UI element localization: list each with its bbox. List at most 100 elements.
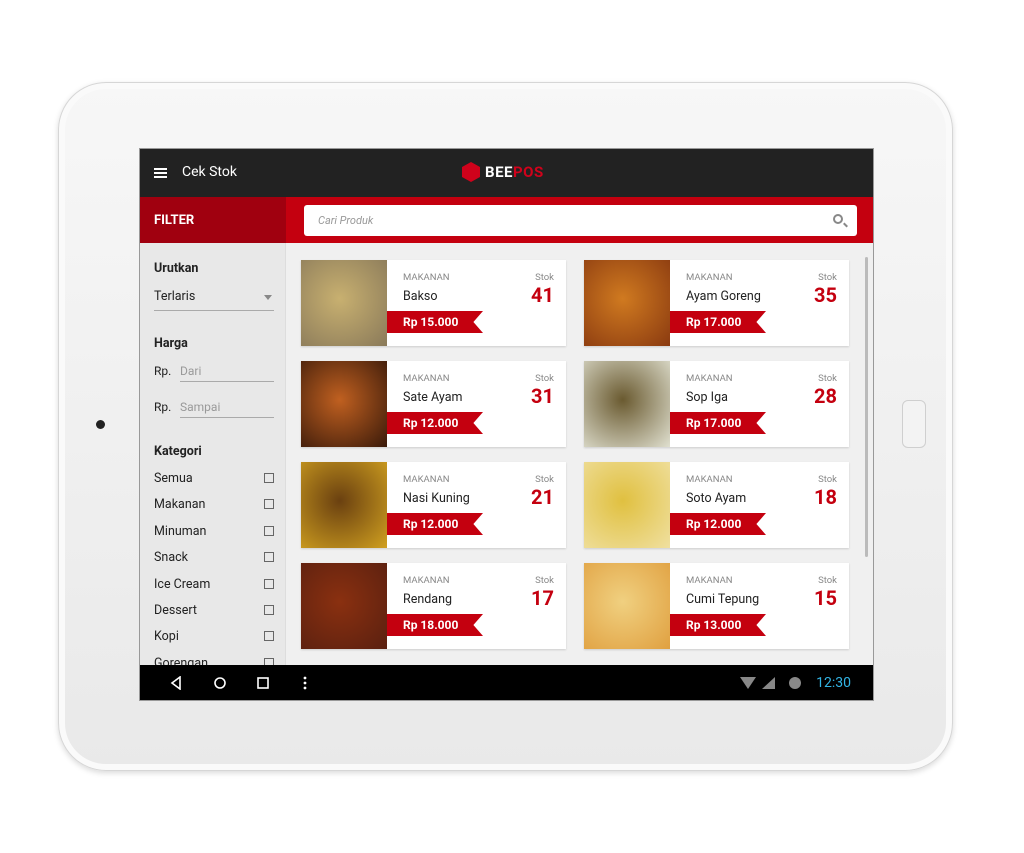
signal-icon <box>762 677 775 689</box>
product-card[interactable]: MAKANAN Sop Iga Stok 28 Rp 17.000 <box>584 361 849 447</box>
product-name: Nasi Kuning <box>403 491 470 506</box>
checkbox[interactable] <box>264 473 274 483</box>
more-icon[interactable] <box>303 676 307 690</box>
category-item[interactable]: Ice Cream <box>154 577 274 592</box>
product-name: Rendang <box>403 592 453 607</box>
currency-prefix: Rp. <box>154 400 172 414</box>
stock-label: Stok <box>535 272 554 283</box>
product-card[interactable]: MAKANAN Bakso Stok 41 Rp 15.000 <box>301 260 566 346</box>
stock-count: 17 <box>531 586 554 610</box>
product-category: MAKANAN <box>686 575 733 586</box>
currency-prefix: Rp. <box>154 364 172 378</box>
product-category: MAKANAN <box>403 474 450 485</box>
category-label: Gorengan <box>154 655 209 665</box>
product-name: Sate Ayam <box>403 390 463 405</box>
price-from: Rp. Dari <box>154 364 274 382</box>
product-image <box>301 563 387 649</box>
checkbox[interactable] <box>264 499 274 510</box>
product-card[interactable]: MAKANAN Cumi Tepung Stok 15 Rp 13.000 <box>584 563 849 649</box>
price-tag: Rp 13.000 <box>670 614 766 636</box>
price-to: Rp. Sampai <box>154 400 274 418</box>
product-category: MAKANAN <box>403 272 450 283</box>
category-label: Kopi <box>154 629 179 645</box>
menu-icon[interactable] <box>154 168 167 178</box>
category-item[interactable]: Kopi <box>154 629 274 644</box>
filter-search-bar: FILTER Cari Produk <box>140 197 873 243</box>
logo: BEE POS <box>462 162 544 182</box>
price-tag: Rp 17.000 <box>670 311 766 333</box>
stock-label: Stok <box>535 575 554 586</box>
checkbox[interactable] <box>264 578 274 589</box>
category-label: Dessert <box>154 603 197 618</box>
filter-sidebar: Urutkan Terlaris Harga Rp. Dari Rp. Sampai… <box>140 243 286 665</box>
product-category: MAKANAN <box>403 373 450 384</box>
sort-select[interactable]: Terlaris <box>154 289 274 311</box>
category-label: Semua <box>154 471 193 486</box>
product-image <box>301 361 387 447</box>
android-nav-bar: 12:30 <box>140 665 873 700</box>
price-tag: Rp 12.000 <box>670 513 766 535</box>
product-category: MAKANAN <box>403 575 450 586</box>
category-label: Makanan <box>154 497 206 513</box>
wifi-icon <box>740 677 756 689</box>
product-name: Sop Iga <box>686 390 728 405</box>
checkbox[interactable] <box>264 657 274 665</box>
price-to-input[interactable]: Sampai <box>180 400 274 418</box>
category-item[interactable]: Makanan <box>154 497 274 512</box>
product-card[interactable]: MAKANAN Sate Ayam Stok 31 Rp 12.000 <box>301 361 566 447</box>
recents-icon[interactable] <box>256 676 270 690</box>
scrollbar[interactable] <box>865 257 868 557</box>
product-name: Cumi Tepung <box>686 592 760 607</box>
category-item[interactable]: Snack <box>154 550 274 565</box>
filter-header: FILTER <box>140 197 286 243</box>
chevron-down-icon <box>264 295 272 304</box>
checkbox[interactable] <box>264 552 274 563</box>
stock-count: 18 <box>814 485 837 509</box>
sort-value: Terlaris <box>154 289 196 304</box>
stock-label: Stok <box>535 373 554 384</box>
stock-count: 41 <box>531 283 554 307</box>
battery-icon <box>789 677 801 689</box>
price-tag: Rp 15.000 <box>387 311 483 333</box>
product-image <box>301 462 387 548</box>
app-screen: Cek Stok BEE POS FILTER Cari Produk Urutk… <box>139 148 874 701</box>
search-placeholder: Cari Produk <box>318 214 374 227</box>
product-name: Bakso <box>403 289 438 304</box>
product-card[interactable]: MAKANAN Soto Ayam Stok 18 Rp 12.000 <box>584 462 849 548</box>
stock-label: Stok <box>535 474 554 485</box>
product-category: MAKANAN <box>686 272 733 283</box>
product-name: Soto Ayam <box>686 491 747 506</box>
stock-count: 28 <box>814 384 837 408</box>
category-item[interactable]: Gorengan <box>154 656 274 665</box>
checkbox[interactable] <box>264 525 274 536</box>
sort-label: Urutkan <box>154 261 199 276</box>
category-item[interactable]: Minuman <box>154 524 274 539</box>
home-hardware-button[interactable] <box>902 400 926 448</box>
checkbox[interactable] <box>264 631 274 642</box>
product-card[interactable]: MAKANAN Rendang Stok 17 Rp 18.000 <box>301 563 566 649</box>
product-image <box>584 361 670 447</box>
product-card[interactable]: MAKANAN Ayam Goreng Stok 35 Rp 17.000 <box>584 260 849 346</box>
checkbox[interactable] <box>264 605 274 615</box>
category-label: Ice Cream <box>154 576 211 592</box>
home-icon[interactable] <box>213 676 227 690</box>
product-image <box>584 260 670 346</box>
search-input[interactable]: Cari Produk <box>304 205 857 236</box>
stock-label: Stok <box>818 272 837 283</box>
app-bar: Cek Stok BEE POS <box>140 149 873 197</box>
price-tag: Rp 12.000 <box>387 513 483 535</box>
product-card[interactable]: MAKANAN Nasi Kuning Stok 21 Rp 12.000 <box>301 462 566 548</box>
back-icon[interactable] <box>170 676 182 690</box>
stock-count: 15 <box>814 586 837 610</box>
logo-icon <box>462 162 480 182</box>
price-tag: Rp 17.000 <box>670 412 766 434</box>
price-tag: Rp 12.000 <box>387 412 483 434</box>
stock-count: 31 <box>531 384 554 408</box>
price-from-input[interactable]: Dari <box>180 364 274 382</box>
product-category: MAKANAN <box>686 373 733 384</box>
category-item[interactable]: Dessert <box>154 603 274 618</box>
product-image <box>584 462 670 548</box>
stock-label: Stok <box>818 575 837 586</box>
category-item[interactable]: Semua <box>154 471 274 486</box>
search-icon[interactable] <box>833 214 843 224</box>
